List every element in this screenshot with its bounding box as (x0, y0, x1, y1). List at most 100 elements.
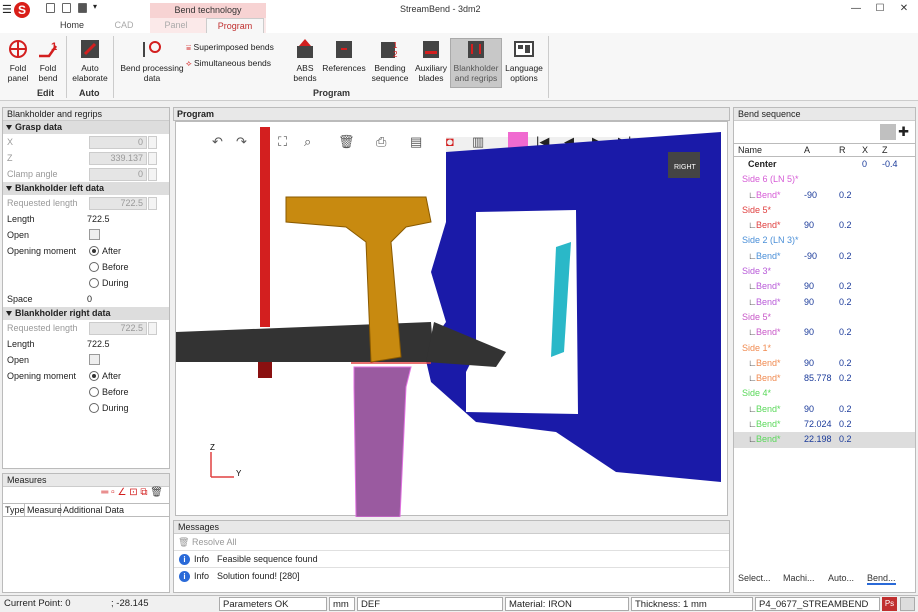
right-during-radio[interactable] (89, 403, 99, 413)
sequence-add-icon[interactable]: ✚ (898, 124, 909, 139)
right-length-label: Length (7, 339, 35, 349)
sequence-row[interactable]: ∟ Bend* 90 0.2 (734, 325, 915, 340)
status-extra-icon[interactable] (900, 597, 915, 611)
references-button[interactable]: References (322, 38, 366, 73)
sequence-row[interactable]: Side 2 (LN 3)* (734, 233, 915, 248)
sequence-bottom-tab[interactable]: Auto... (828, 573, 854, 583)
left-req-length-label: Requested length (7, 198, 78, 208)
grasp-z-input[interactable]: 339.137 (89, 152, 147, 165)
sequence-row[interactable]: ∟ Bend* -90 0.2 (734, 188, 915, 203)
sequence-row-x: 0 (862, 159, 868, 169)
fold-bend-button[interactable]: 1 Fold bend (34, 38, 62, 83)
bending-sequence-button[interactable]: 12 Bending sequence (370, 38, 410, 83)
sequence-row-name: Side 5* (742, 311, 772, 322)
sequence-bottom-tab[interactable]: Bend... (867, 573, 896, 585)
program-viewport[interactable]: ↶ ↷ ⛶ ⌕ 🗑 ⎙ ▤ ◘ ▥ |◀ ◀ ▶ ▶| ▣ ▣ RIGHT Z … (175, 121, 729, 518)
right-bh-section-header[interactable]: Blankholder right data (3, 307, 169, 320)
tab-panel[interactable]: Panel (152, 18, 200, 33)
right-open-checkbox[interactable] (89, 354, 100, 365)
measure-new-icon[interactable]: ▫ (111, 487, 115, 498)
clamp-angle-input[interactable]: 0 (89, 168, 147, 181)
left-req-length-input[interactable]: 722.5 (89, 197, 147, 210)
delete-measure-icon[interactable]: 🗑 (150, 487, 163, 498)
grasp-x-input[interactable]: 0 (89, 136, 147, 149)
sequence-view-icon[interactable] (879, 124, 896, 140)
sequence-row[interactable]: ∟ Bend* 72.024 0.2 (734, 417, 915, 432)
fold-panel-button[interactable]: Fold panel (4, 38, 32, 83)
open-file-icon[interactable] (62, 3, 71, 13)
view-cube-label: RIGHT (674, 164, 697, 171)
program-3d-view[interactable]: ↶ ↷ ⛶ ⌕ 🗑 ⎙ ▤ ◘ ▥ |◀ ◀ ▶ ▶| ▣ ▣ RIGHT Z … (176, 122, 729, 518)
clamp-angle-spinner[interactable] (148, 168, 157, 181)
sequence-col-a[interactable]: A (804, 144, 810, 157)
sequence-row[interactable]: Side 3* (734, 264, 915, 279)
quick-access-dropdown-icon[interactable]: ▾ (93, 2, 97, 11)
sequence-bottom-tab[interactable]: Select... (738, 573, 771, 583)
sequence-toolbar: ✚ (734, 121, 915, 143)
right-req-length-input[interactable]: 722.5 (89, 322, 147, 335)
sequence-row[interactable]: ∟ Bend* 90 0.2 (734, 295, 915, 310)
sequence-row-a: 90 (804, 327, 815, 338)
auxiliary-blades-button[interactable]: Auxiliary blades (413, 38, 449, 83)
tab-cad[interactable]: CAD (100, 18, 148, 33)
sequence-row[interactable]: ∟ Bend* 90 0.2 (734, 402, 915, 417)
left-bh-section-header[interactable]: Blankholder left data (3, 182, 169, 195)
sequence-row[interactable]: ∟ Bend* -90 0.2 (734, 249, 915, 264)
sequence-row[interactable]: Side 5* (734, 310, 915, 325)
superimposed-bends-button[interactable]: ⩸ Superimposed bends (186, 42, 291, 53)
box-icon[interactable]: ⧉ (140, 487, 147, 498)
sequence-col-r[interactable]: R (839, 144, 846, 157)
angle-icon[interactable]: ∠ (117, 487, 126, 498)
sequence-row-name: Bend* (756, 403, 781, 414)
message-row[interactable]: i Info Solution found! [280] (174, 567, 729, 584)
menu-icon[interactable]: ☰ (2, 3, 12, 16)
close-icon[interactable]: ✕ (890, 0, 918, 18)
language-options-button[interactable]: Language options (504, 38, 544, 83)
tab-program[interactable]: Program (206, 18, 264, 33)
sequence-col-x[interactable]: X (862, 144, 868, 157)
left-during-radio[interactable] (89, 278, 99, 288)
blankholder-button[interactable]: Blankholder and regrips (451, 38, 501, 83)
resolve-all-button[interactable]: 🗑 Resolve All (174, 534, 729, 550)
left-req-length-spinner[interactable] (148, 197, 157, 210)
left-before-radio[interactable] (89, 262, 99, 272)
abs-bends-button[interactable]: ABS bends (292, 38, 318, 83)
right-before-radio[interactable] (89, 387, 99, 397)
sequence-bottom-tab[interactable]: Machi... (783, 573, 815, 583)
bend-processing-button[interactable]: Bend processing data (118, 38, 186, 83)
right-req-length-spinner[interactable] (148, 322, 157, 335)
distance-icon[interactable]: ═ (101, 487, 108, 498)
tab-home[interactable]: Home (50, 18, 94, 33)
sequence-row[interactable]: Side 5* (734, 203, 915, 218)
save-icon[interactable] (78, 3, 87, 13)
left-open-label: Open (7, 230, 30, 240)
simultaneous-bends-button[interactable]: ⟡ Simultaneous bends (186, 58, 291, 69)
program-tab[interactable]: Program (173, 107, 730, 121)
left-after-radio[interactable] (89, 246, 99, 256)
grasp-x-spinner[interactable] (148, 136, 157, 149)
sequence-col-z[interactable]: Z (882, 144, 888, 157)
sequence-row[interactable]: ∟ Bend* 85.778 0.2 (734, 371, 915, 386)
clamp-angle-label: Clamp angle (7, 169, 58, 179)
sequence-row-name: Side 2 (LN 3)* (742, 235, 799, 246)
right-after-radio[interactable] (89, 371, 99, 381)
grasp-section-header[interactable]: Grasp data (3, 121, 169, 134)
message-row[interactable]: i Info Feasible sequence found (174, 550, 729, 567)
point-icon[interactable]: ⊡ (129, 487, 137, 498)
sequence-row[interactable]: ∟ Bend* 22.198 0.2 (734, 432, 915, 448)
sequence-row[interactable]: ∟ Bend* 90 0.2 (734, 218, 915, 233)
left-open-checkbox[interactable] (89, 229, 100, 240)
sequence-row[interactable]: ∟ Bend* 90 0.2 (734, 356, 915, 371)
right-moment-during-row: During (3, 400, 169, 416)
sequence-row[interactable]: Side 4* (734, 386, 915, 401)
sequence-row[interactable]: Side 6 (LN 5)* (734, 172, 915, 187)
sequence-row[interactable]: Center 0 -0.4 (734, 157, 915, 172)
sequence-col-name[interactable]: Name (738, 144, 762, 157)
auto-elaborate-button[interactable]: Auto elaborate (72, 38, 108, 83)
sequence-row[interactable]: Side 1* (734, 341, 915, 356)
sequence-row-name: Side 6 (LN 5)* (742, 174, 799, 185)
sequence-row[interactable]: ∟ Bend* 90 0.2 (734, 279, 915, 294)
new-file-icon[interactable] (46, 3, 55, 13)
grasp-z-spinner[interactable] (148, 152, 157, 165)
sequence-row-r: 0.2 (839, 373, 852, 384)
